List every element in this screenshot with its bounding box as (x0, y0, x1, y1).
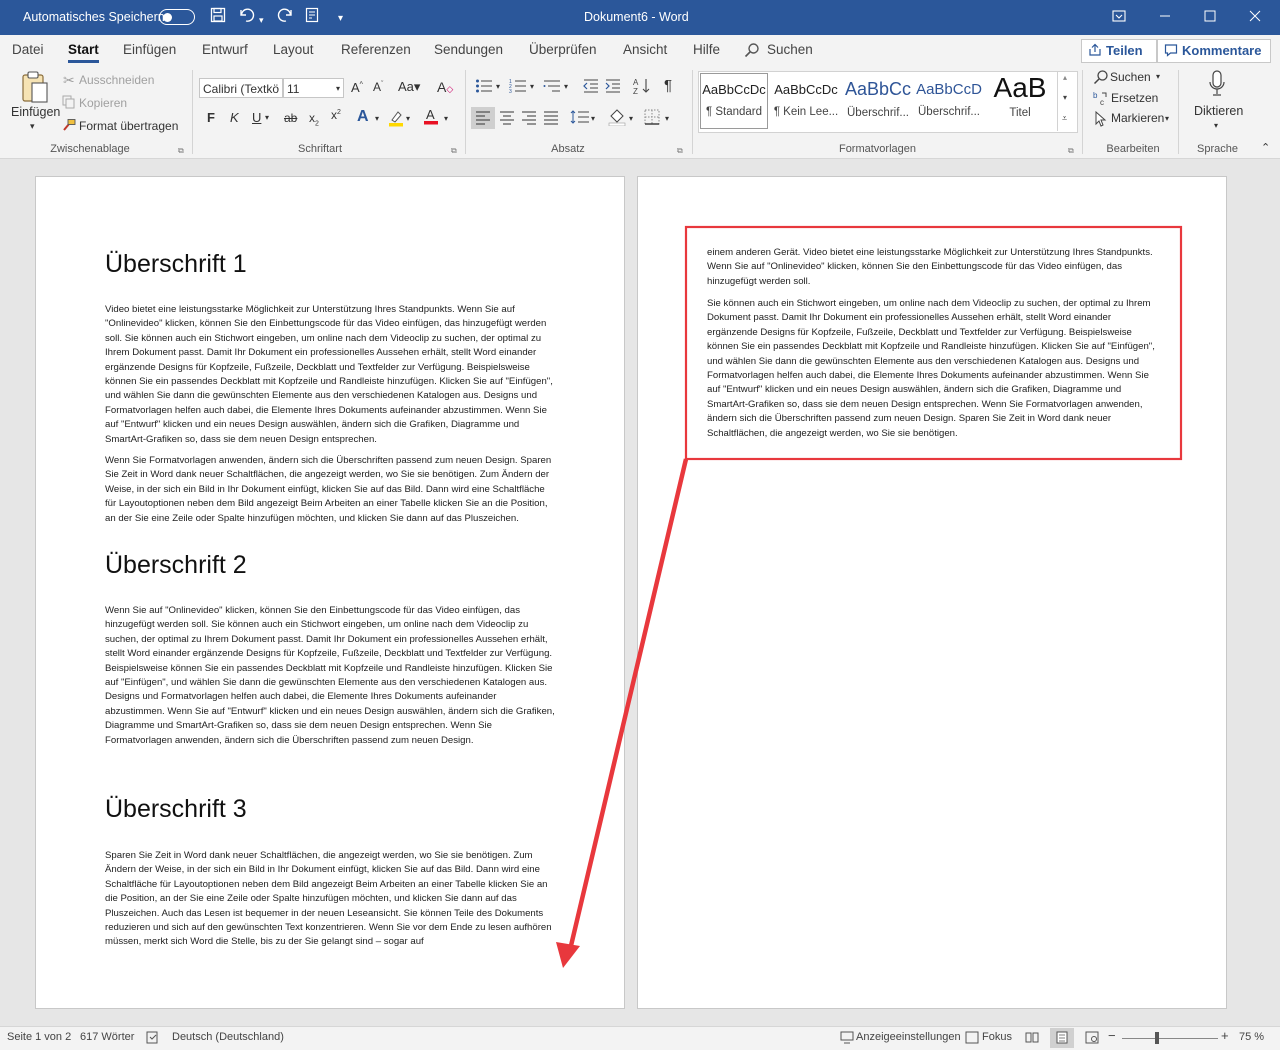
zoom-level[interactable]: 75 % (1239, 1031, 1264, 1043)
focus-mode[interactable]: Fokus (982, 1031, 1012, 1043)
zoom-slider-thumb[interactable] (1155, 1032, 1159, 1044)
proofing-icon[interactable] (146, 1031, 160, 1047)
annotation-highlight-box (684, 225, 1183, 461)
word-count[interactable]: 617 Wörter (80, 1031, 134, 1043)
display-settings[interactable]: Anzeigeeinstellungen (856, 1031, 961, 1043)
status-bar: Seite 1 von 2 617 Wörter Deutsch (Deutsc… (0, 1026, 1280, 1050)
annotation-overlay (556, 225, 1183, 968)
zoom-in-icon[interactable]: + (1221, 1028, 1229, 1043)
zoom-out-icon[interactable]: − (1108, 1028, 1116, 1043)
zoom-slider[interactable] (1122, 1038, 1218, 1039)
focus-icon[interactable] (965, 1031, 979, 1047)
print-layout-button[interactable] (1050, 1028, 1074, 1048)
read-mode-icon[interactable] (1025, 1031, 1039, 1047)
print-layout-icon (1056, 1031, 1068, 1044)
web-layout-icon[interactable] (1085, 1031, 1099, 1047)
annotation-arrow-line (567, 458, 689, 951)
annotation-arrow-head (556, 942, 580, 968)
language[interactable]: Deutsch (Deutschland) (172, 1031, 284, 1043)
display-settings-icon[interactable] (840, 1031, 854, 1047)
page-count[interactable]: Seite 1 von 2 (7, 1031, 71, 1043)
